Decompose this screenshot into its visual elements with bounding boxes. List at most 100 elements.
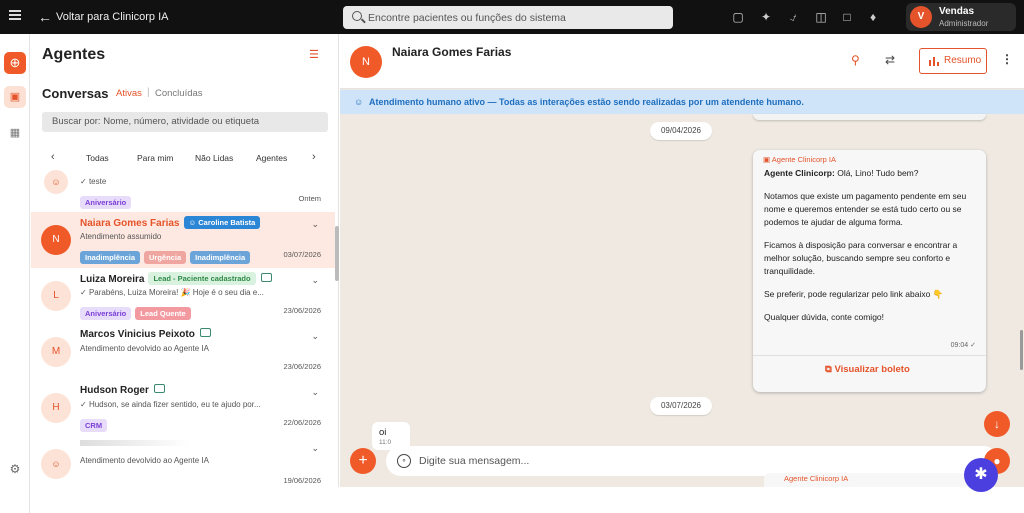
- contact-name: Marcos Vinicius Peixoto: [80, 328, 211, 340]
- avatar: V: [910, 6, 932, 28]
- chevron-down-icon[interactable]: ⌄: [311, 331, 319, 342]
- previous-message-bubble: [753, 114, 986, 120]
- conversation-date: 23/06/2026: [283, 362, 321, 371]
- tag: Lead Quente: [135, 307, 191, 320]
- left-rail: ⊕ ▣ ▦ ⚙: [0, 34, 30, 513]
- filter-agents[interactable]: Agentes: [256, 153, 287, 163]
- tab-done[interactable]: Concluídas: [155, 88, 203, 99]
- tab-active[interactable]: Ativas: [116, 88, 142, 99]
- user-icon: ☺: [44, 170, 68, 194]
- tag: Inadimplência: [80, 251, 141, 264]
- last-message: Atendimento assumido: [80, 232, 162, 241]
- user-icon: ☺: [354, 97, 364, 107]
- user-role: Administrador: [939, 19, 989, 28]
- scroll-down-button[interactable]: ↓: [984, 411, 1010, 437]
- last-message: Atendimento devolvido ao Agente IA: [80, 456, 209, 465]
- search-icon: [352, 11, 362, 21]
- chevron-right-icon[interactable]: ›: [312, 151, 316, 163]
- gift-icon[interactable]: ◫: [813, 9, 829, 25]
- tag-list: Aniversário: [80, 192, 135, 210]
- date-separator: 03/07/2026: [650, 397, 712, 415]
- panel-title: Agentes: [42, 46, 106, 63]
- robot-icon: [260, 273, 272, 282]
- tag-list: Aniversário Lead Quente: [80, 303, 195, 321]
- list-item[interactable]: N Naiara Gomes Farias ☺ Caroline Batista …: [31, 212, 335, 268]
- gear-icon[interactable]: ⚙: [8, 462, 22, 476]
- avatar: M: [41, 337, 71, 367]
- menu-icon[interactable]: [9, 10, 21, 20]
- filter-tabs: ‹ Todas Para mim Não Lidas Agentes ›: [31, 148, 338, 168]
- human-attendance-banner: ☺ Atendimento humano ativo — Todas as in…: [340, 90, 1024, 114]
- last-message: ✓ teste: [80, 177, 107, 186]
- message-text: oi: [379, 427, 387, 438]
- list-item[interactable]: L Luiza Moreira Lead - Paciente cadastrad…: [31, 268, 335, 324]
- search-icon[interactable]: ⚲: [851, 53, 860, 67]
- checklist-icon[interactable]: ☰: [309, 48, 319, 61]
- list-item[interactable]: ☺ ✓ teste Aniversário Ontem: [31, 170, 335, 212]
- message-time: 09:04 ✓: [950, 342, 976, 349]
- bell-icon[interactable]: ♦: [865, 9, 881, 25]
- banner-text: Atendimento humano ativo — Todas as inte…: [369, 97, 804, 107]
- user-menu[interactable]: V Vendas Administrador: [906, 3, 1016, 31]
- message-input[interactable]: ∘ Digite sua mensagem...: [386, 446, 998, 476]
- tab-separator: |: [147, 87, 150, 98]
- conversation-search-input[interactable]: Buscar por: Nome, número, atividade ou e…: [42, 112, 328, 132]
- avatar: N: [350, 46, 382, 78]
- chevron-down-icon[interactable]: ⌄: [311, 387, 319, 398]
- chevron-left-icon[interactable]: ‹: [51, 151, 55, 163]
- transfer-icon[interactable]: ⇄: [885, 53, 895, 67]
- agent-label: Agente Clinicorp IA: [784, 474, 849, 483]
- chevron-down-icon[interactable]: ⌄: [311, 219, 319, 230]
- filter-unread[interactable]: Não Lidas: [195, 153, 233, 163]
- robot-icon[interactable]: ▣: [4, 86, 26, 108]
- filter-for-me[interactable]: Para mim: [137, 153, 173, 163]
- contact-name: Hudson Roger: [80, 384, 165, 396]
- conversation-date: 23/06/2026: [283, 306, 321, 315]
- grid-icon[interactable]: ▦: [8, 126, 22, 140]
- more-options-icon[interactable]: ⋮: [1001, 52, 1013, 66]
- filter-all[interactable]: Todas: [86, 153, 109, 163]
- last-message: Atendimento devolvido ao Agente IA: [80, 344, 209, 353]
- tag: Aniversário: [80, 196, 132, 209]
- last-message: ✓ Parabéns, Luiza Moreira! 🎉 Hoje é o se…: [80, 288, 264, 297]
- chat-scrollbar[interactable]: [1020, 330, 1023, 370]
- divider: [753, 355, 986, 356]
- attach-button[interactable]: +: [350, 448, 376, 474]
- conversation-date: Ontem: [298, 194, 321, 203]
- headset-icon[interactable]: ⍻: [785, 9, 801, 25]
- resumo-button[interactable]: Resumo: [919, 48, 987, 74]
- view-boleto-link[interactable]: ⧉ Visualizar boleto: [825, 364, 910, 375]
- ai-assistant-button[interactable]: ✱: [964, 458, 998, 492]
- tag: CRM: [80, 419, 108, 432]
- redacted-name: [80, 440, 190, 446]
- contact-name: Naiara Gomes Farias: [392, 45, 512, 59]
- tag: Aniversário: [80, 307, 132, 320]
- back-link[interactable]: Voltar para Clinicorp IA: [56, 11, 169, 23]
- list-item[interactable]: H Hudson Roger ⌄ ✓ Hudson, se ainda fize…: [31, 380, 335, 436]
- tag: Urgência: [144, 251, 187, 264]
- list-scrollbar[interactable]: [335, 226, 339, 281]
- last-message: ✓ Hudson, se ainda fizer sentido, eu te …: [80, 400, 261, 409]
- agent-label: ▣ Agente Clinicorp IA: [763, 155, 836, 164]
- video-icon[interactable]: ▢: [730, 9, 746, 25]
- avatar: N: [41, 225, 71, 255]
- chevron-down-icon[interactable]: ⌄: [311, 275, 319, 286]
- sparkle-icon[interactable]: ✦: [758, 9, 774, 25]
- assignee-badge: ☺ Caroline Batista: [183, 216, 261, 229]
- add-circle-icon[interactable]: ⊕: [4, 52, 26, 74]
- robot-icon: [199, 328, 211, 337]
- next-message-bubble: Agente Clinicorp IA: [764, 473, 990, 487]
- emoji-icon[interactable]: ∘: [397, 454, 411, 468]
- chat-area: N Naiara Gomes Farias ⚲ ⇄ Resumo ⋮ ☺ Ate…: [340, 34, 1024, 487]
- back-arrow-icon[interactable]: ←: [38, 9, 52, 25]
- chevron-down-icon[interactable]: ⌄: [311, 443, 319, 454]
- list-item[interactable]: M Marcos Vinicius Peixoto ⌄ Atendimento …: [31, 324, 335, 380]
- lead-label: Lead - Paciente cadastrado: [148, 272, 256, 285]
- message-body: Agente Clinicorp: Olá, Lino! Tudo bem? N…: [764, 168, 967, 322]
- contact-name: Luiza Moreira Lead - Paciente cadastrado: [80, 272, 272, 285]
- list-item[interactable]: ☺ ⌄ Atendimento devolvido ao Agente IA 1…: [31, 436, 335, 487]
- global-search[interactable]: Encontre pacientes ou funções do sistema: [343, 6, 673, 29]
- contact-name: Naiara Gomes Farias ☺ Caroline Batista: [80, 216, 261, 229]
- tag-list: CRM: [80, 415, 111, 433]
- chat-icon[interactable]: □: [839, 9, 855, 25]
